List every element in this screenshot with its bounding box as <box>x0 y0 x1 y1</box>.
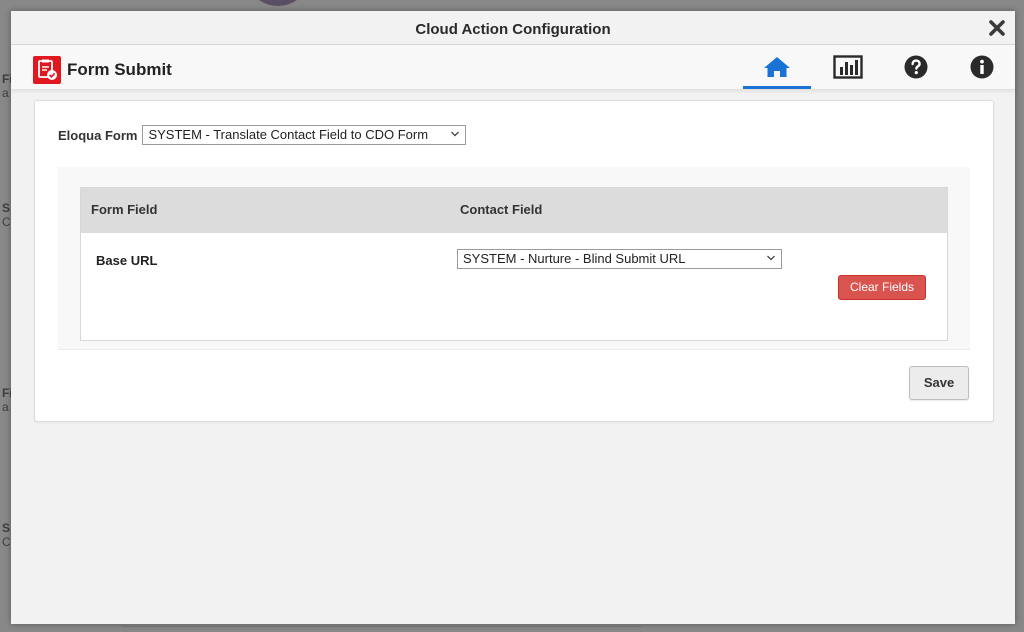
close-icon <box>989 20 1005 36</box>
contact-field-selected-value: SYSTEM - Nurture - Blind Submit URL <box>463 251 686 266</box>
chevron-down-icon <box>767 255 775 261</box>
dialog-title: Cloud Action Configuration <box>415 21 611 38</box>
close-button[interactable] <box>987 18 1007 38</box>
field-mapping-panel: Form Field Contact Field Base URL SYSTEM… <box>58 167 970 350</box>
chevron-down-icon <box>451 131 460 137</box>
field-mapping-table: Form Field Contact Field Base URL SYSTEM… <box>80 187 948 341</box>
home-icon <box>764 57 790 77</box>
form-submit-logo-icon <box>33 56 61 84</box>
form-field-header: Form Field <box>91 202 158 217</box>
table-row: Base URL SYSTEM - Nurture - Blind Submit… <box>81 233 947 339</box>
dialog-titlebar: Cloud Action Configuration <box>11 11 1015 45</box>
help-icon <box>904 55 928 79</box>
info-icon <box>970 55 994 79</box>
nav-home-button[interactable] <box>743 45 811 89</box>
eloqua-form-selected-value: SYSTEM - Translate Contact Field to CDO … <box>148 127 429 142</box>
eloqua-form-label: Eloqua Form <box>58 127 138 143</box>
contact-field-header: Contact Field <box>460 202 543 217</box>
chart-icon <box>833 55 863 79</box>
form-field-name: Base URL <box>96 253 158 268</box>
nav-chart-button[interactable] <box>814 45 882 89</box>
table-header: Form Field Contact Field <box>81 188 947 233</box>
contact-field-select[interactable]: SYSTEM - Nurture - Blind Submit URL <box>457 249 782 269</box>
config-card: Eloqua Form SYSTEM - Translate Contact F… <box>34 100 994 422</box>
cloud-action-dialog: Cloud Action Configuration Form Submit E… <box>11 11 1015 624</box>
nav-help-button[interactable] <box>882 45 950 89</box>
app-title: Form Submit <box>67 60 172 79</box>
save-button[interactable]: Save <box>909 366 969 400</box>
nav-info-button[interactable] <box>948 45 1016 89</box>
clear-fields-button[interactable]: Clear Fields <box>838 275 926 300</box>
eloqua-form-select[interactable]: SYSTEM - Translate Contact Field to CDO … <box>142 125 467 145</box>
app-header: Form Submit <box>11 45 1015 90</box>
eloqua-form-row: Eloqua Form SYSTEM - Translate Contact F… <box>58 125 467 145</box>
